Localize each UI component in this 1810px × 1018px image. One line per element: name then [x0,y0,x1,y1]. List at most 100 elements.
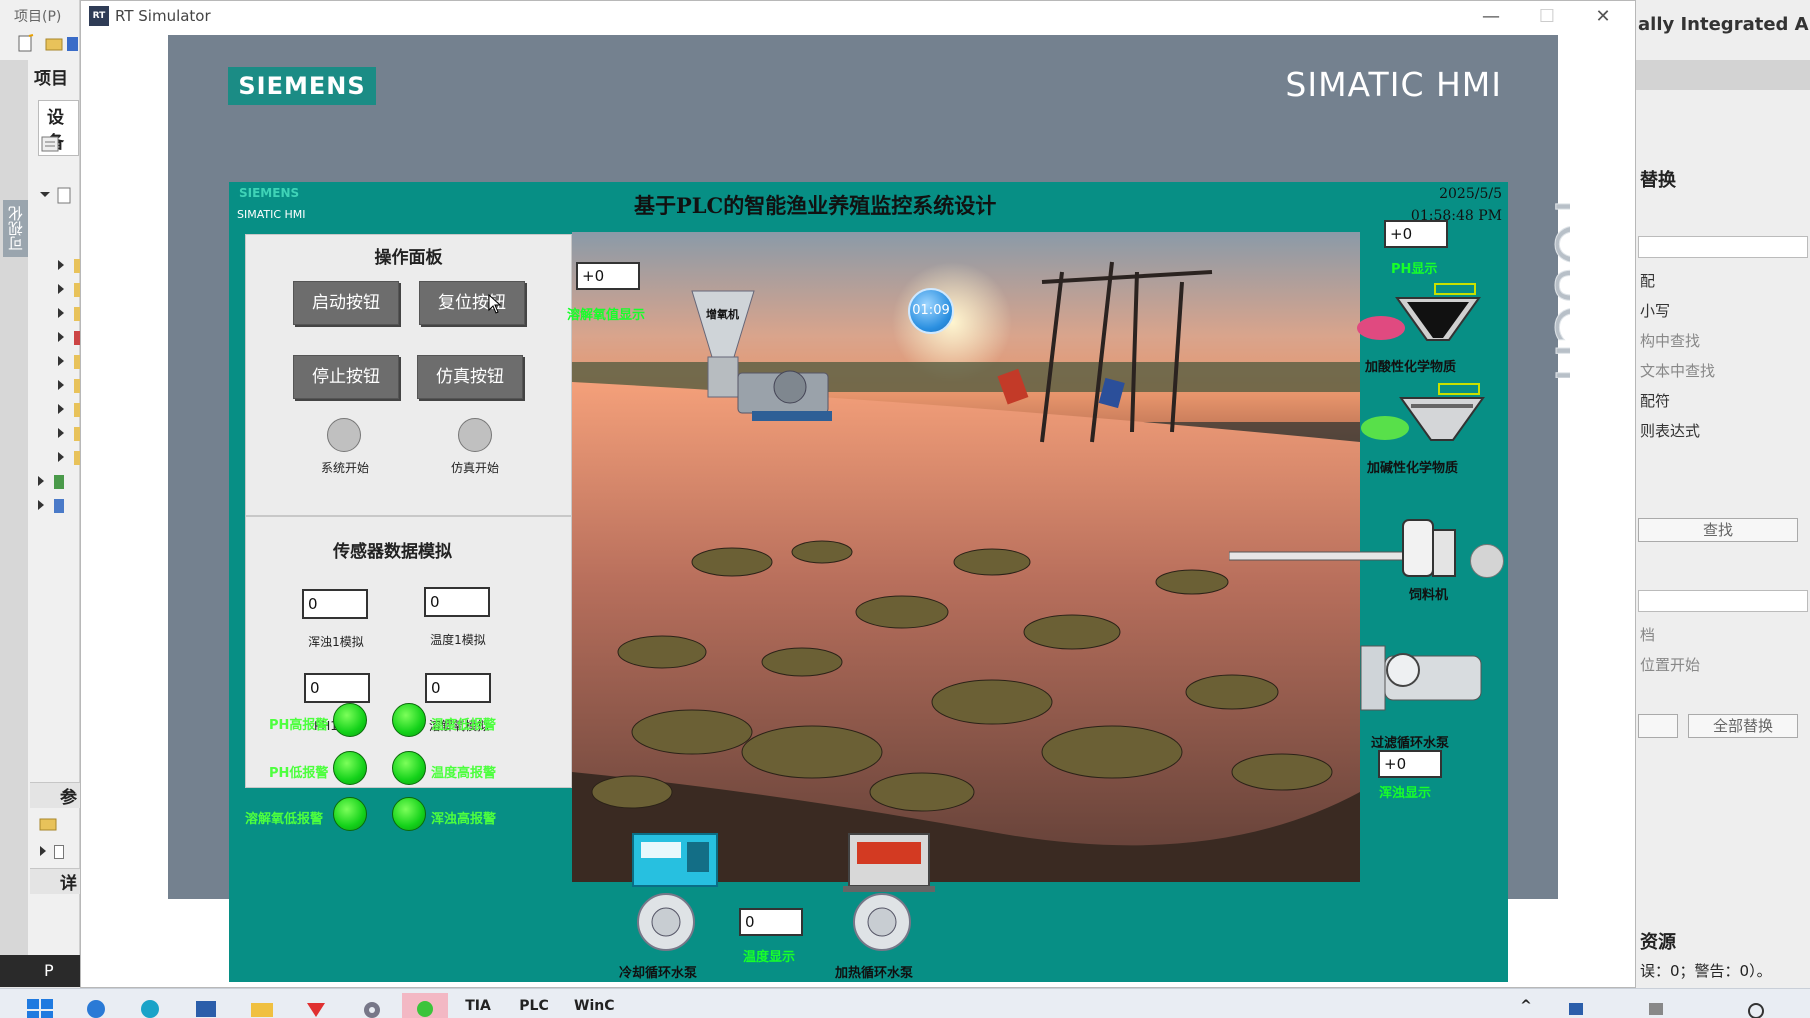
tree-row[interactable] [38,280,84,302]
replace-all-button[interactable]: 全部替换 [1688,714,1798,738]
screen-hmi-label: SIMATIC HMI [237,208,306,221]
folder-icon[interactable] [38,814,58,834]
tree-row[interactable] [38,376,84,398]
mouse-cursor [488,294,502,314]
sensor-panel-title: 传感器数据模拟 [333,542,452,562]
wincc-taskbar-item[interactable]: WinC [574,993,614,1018]
edge-icon[interactable] [134,993,166,1018]
temp-low-alarm-label: 温度低报警 [431,718,497,733]
file-explorer-icon[interactable] [246,993,278,1018]
minimize-button[interactable]: — [1471,5,1511,29]
tree-toolbar-icon[interactable] [40,134,60,154]
temperature-sim-label: 温度1模拟 [430,633,486,647]
plcsim-taskbar-item[interactable]: PLC [518,993,550,1018]
windows-start-icon[interactable] [24,993,56,1018]
details-section-params[interactable]: 参 [30,782,80,808]
menu-project[interactable]: 项目(P) [14,6,61,26]
tray-icon[interactable] [1560,993,1592,1018]
resources-heading: 资源 [1640,932,1676,953]
app-red-icon[interactable] [300,993,332,1018]
stop-button[interactable]: 停止按钮 [293,355,399,399]
temperature-display: 0 [739,908,803,936]
tree-row[interactable] [38,842,78,864]
acid-dosing-unit [1355,282,1481,362]
tree-row[interactable] [38,186,78,208]
date-display: 2025/5/5 [1439,186,1502,202]
find-button[interactable]: 查找 [1638,518,1798,542]
details-section-details[interactable]: 详 [30,868,80,894]
portal-view-bar[interactable]: P [0,955,80,987]
simulation-button[interactable]: 仿真按钮 [417,355,523,399]
reset-button[interactable]: 复位按钮 [419,281,525,325]
option-search-structure[interactable]: 构中查找 [1640,330,1700,351]
operation-panel: 操作面板 启动按钮 复位按钮 停止按钮 仿真按钮 系统开始 仿真开始 [245,234,572,516]
hmi-screen: SIEMENS SIMATIC HMI 基于PLC的智能渔业养殖监控系统设计 2… [229,182,1508,982]
replace-input[interactable] [1638,590,1808,612]
option-whole-document[interactable]: 档 [1640,624,1655,645]
tree-row[interactable] [38,352,84,374]
tree-row[interactable] [38,304,84,326]
acid-dosing-label: 加酸性化学物质 [1365,360,1457,375]
maximize-button[interactable]: ☐ [1527,5,1567,29]
replace-heading: 替换 [1640,170,1676,191]
ph-sim-input[interactable]: 0 [304,673,370,703]
filter-pump-label: 过滤循环水泵 [1371,736,1450,751]
turbidity-high-alarm-label: 浑浊高报警 [431,812,497,827]
turbidity-sim-input[interactable]: 0 [302,589,368,619]
new-project-icon[interactable] [16,34,36,54]
simulation-start-label: 仿真开始 [450,461,499,475]
tree-row[interactable] [38,448,84,470]
option-match-case[interactable]: 小写 [1640,300,1670,321]
page-title: 基于PLC的智能渔业养殖监控系统设计 [634,193,997,218]
tia-left-pane: 项目(P) 可视化 项目 设备 参 详 P [0,0,84,987]
settings-gear-icon[interactable] [356,993,388,1018]
ph-low-alarm-label: PH低报警 [269,766,329,781]
open-project-icon[interactable] [44,34,64,54]
option-from-position[interactable]: 位置开始 [1640,654,1700,675]
start-button[interactable]: 启动按钮 [293,281,399,325]
alkali-dosing-unit [1359,382,1485,462]
tree-row[interactable] [38,400,84,422]
siemens-logo: SIEMENS [228,67,376,105]
tree-row[interactable] [38,328,84,350]
option-whole-word[interactable]: 配 [1640,270,1655,291]
do-low-alarm-lamp [333,797,367,831]
option-regex[interactable]: 则表达式 [1640,420,1700,441]
tree-row[interactable] [30,472,70,494]
find-input[interactable] [1638,236,1808,258]
tia-portal-taskbar-item[interactable]: TIA [462,993,494,1018]
option-search-text[interactable]: 文本中查找 [1640,360,1715,381]
dissolved-oxygen-sim-input[interactable]: 0 [425,673,491,703]
timer-badge: 01:09 [908,288,954,334]
replace-button[interactable] [1638,714,1678,738]
simatic-hmi-label: SIMATIC HMI [1285,65,1502,104]
close-button[interactable]: ✕ [1583,5,1623,29]
system-start-label: 系统开始 [320,461,369,475]
tree-row[interactable] [38,256,84,278]
temp-high-alarm-label: 温度高报警 [431,766,497,781]
tray-chevron-icon[interactable]: ^ [1510,993,1542,1018]
ime-icon[interactable] [1640,993,1672,1018]
ph-high-alarm-label: PH高报警 [269,718,329,733]
feeder-machine [1228,512,1509,586]
screen-brand: SIEMENS [239,186,300,200]
simulation-start-indicator [458,418,492,452]
window-title: RT Simulator [115,7,211,25]
wechat-icon[interactable] [402,993,448,1018]
operation-panel-title: 操作面板 [374,248,443,268]
temperature-sim-input[interactable]: 0 [424,587,490,617]
system-start-indicator [327,418,361,452]
window-titlebar[interactable]: RT RT Simulator — ☐ ✕ [81,1,1635,33]
network-icon[interactable] [1740,993,1772,1018]
sensor-simulation-panel: 传感器数据模拟 0 浑浊1模拟 0 温度1模拟 0 PH1模拟 0 溶解氧模拟 [245,516,572,788]
turbidity-display-label: 浑浊显示 [1379,786,1432,801]
windows-taskbar: TIA PLC WinC ^ [0,988,1810,1018]
option-wildcards[interactable]: 配符 [1640,390,1670,411]
search-icon[interactable] [80,993,112,1018]
tree-row[interactable] [30,496,70,518]
tree-row[interactable] [38,424,84,446]
store-icon[interactable] [190,993,222,1018]
touch-label: TOUCH [1543,189,1571,379]
save-project-icon[interactable] [66,34,78,54]
visualization-tab[interactable]: 可视化 [3,200,28,257]
